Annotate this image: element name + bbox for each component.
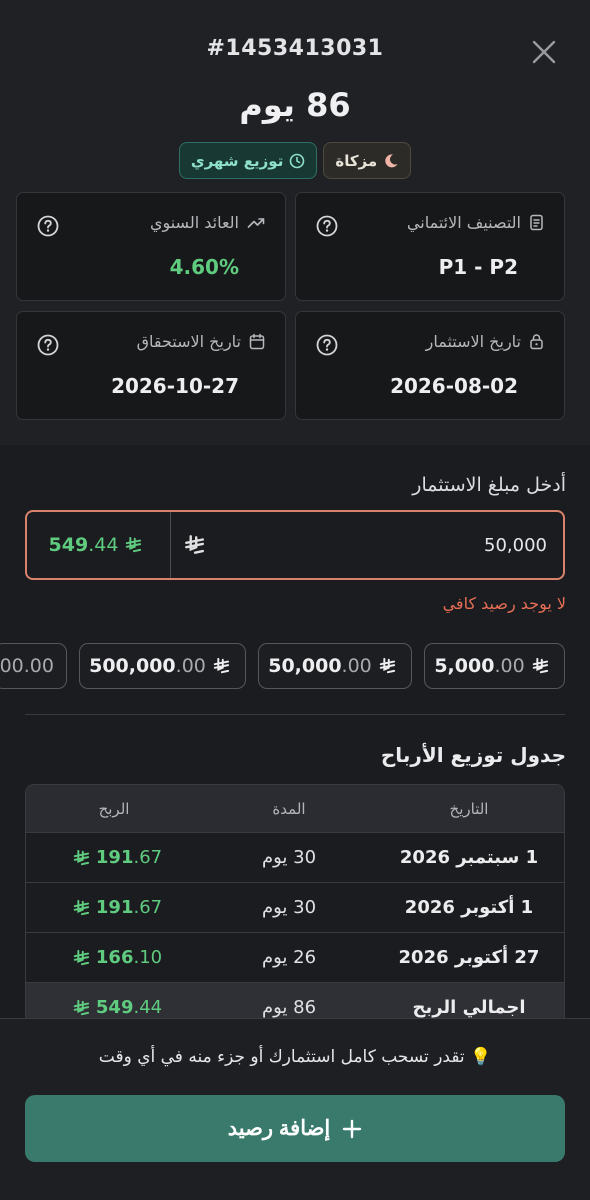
row-profit: 191.67 [25,833,204,882]
trend-up-icon [247,217,265,228]
moon-icon [385,153,398,167]
row-period: 26 يوم [261,947,317,968]
expected-profit-int: 549 [48,534,89,556]
lightbulb-icon: 💡 [470,1047,492,1067]
row-date: 1 سبتمبر 2026 [399,847,539,868]
table-row: 1 سبتمبر 2026 30 يوم 191.67 [26,833,564,883]
row-profit: 191.67 [25,883,204,932]
annual-return-label: العائد السنوي [149,213,239,232]
profit-schedule-table: التاريخ المدة الربح 1 سبتمبر 2026 30 يوم… [25,784,565,1018]
period-column-header: المدة [272,799,306,818]
help-icon[interactable] [316,334,338,356]
distribution-badge-label: توزيع شهري [190,151,284,170]
row-profit: 166.10 [25,933,204,982]
date-column-header: التاريخ [449,799,489,818]
investment-amount-input[interactable] [247,532,547,558]
withdraw-note: 💡 تقدر تسحب كامل استثمارك أو جزء منه في … [0,1047,590,1067]
investment-amount-field[interactable]: 549.44 [25,510,565,580]
quick-amount-chips: 5,000.00 50,000.00 500,000.00 00.00 [0,643,590,689]
help-icon[interactable] [37,334,59,356]
quick-amount-chip[interactable]: 00.00 [0,643,67,689]
maturity-date-label: تاريخ الاستحقاق [136,332,241,351]
table-row: 27 أكتوبر 2026 26 يوم 166.10 [26,933,564,983]
riyal-icon [183,535,205,555]
duration-title: 86 يوم [239,86,351,124]
clock-icon [290,153,305,168]
calendar-icon [249,333,265,350]
credit-rating-card: التصنيف الائتماني P1 - P2 [295,192,565,301]
riyal-icon [212,658,230,674]
help-icon[interactable] [37,215,59,237]
table-row: 1 أكتوبر 2026 30 يوم 191.67 [26,883,564,933]
divider [25,714,565,715]
row-date: 1 أكتوبر 2026 [404,897,534,918]
profit-schedule-title: جدول توزيع الأرباح [380,743,566,767]
riyal-icon [531,658,549,674]
riyal-icon [72,950,90,966]
annual-return-value: 4.60% [169,255,239,279]
riyal-icon [72,1000,90,1016]
riyal-icon [72,850,90,866]
add-balance-button[interactable]: إضافة رصيد [25,1095,565,1162]
row-period: 30 يوم [261,847,317,868]
expected-profit: 549.44 [27,512,171,578]
close-icon[interactable] [530,38,558,66]
credit-rating-label: التصنيف الائتماني [406,213,521,232]
row-date: 27 أكتوبر 2026 [398,947,540,968]
table-header-row: التاريخ المدة الربح [26,785,564,833]
quick-amount-chip[interactable]: 5,000.00 [424,643,565,689]
insufficient-balance-error: لا يوجد رصيد كافي [442,594,566,613]
plus-icon [343,1119,362,1138]
table-total-row: اجمالي الربح 86 يوم 549.44 [26,983,564,1018]
expected-profit-dec: .44 [88,534,119,556]
riyal-icon [378,658,396,674]
lock-icon [530,334,543,350]
document-icon [530,214,543,231]
total-period: 86 يوم [261,997,317,1018]
quick-amount-chip[interactable]: 500,000.00 [79,643,246,689]
maturity-date-card: تاريخ الاستحقاق 2026-10-27 [16,311,286,420]
quick-amount-chip[interactable]: 50,000.00 [258,643,412,689]
investment-detail-header: #1453413031 86 يوم مزكاة توزيع شهري التص… [0,0,590,445]
investment-amount-label: أدخل مبلغ الاستثمار [412,474,566,496]
withdraw-note-text: تقدر تسحب كامل استثمارك أو جزء منه في أي… [98,1047,465,1067]
riyal-icon [124,537,142,553]
bottom-action-bar: 💡 تقدر تسحب كامل استثمارك أو جزء منه في … [0,1018,590,1200]
help-icon[interactable] [316,215,338,237]
halal-badge: مزكاة [323,142,412,179]
add-balance-label: إضافة رصيد [227,1117,331,1140]
badge-row: مزكاة توزيع شهري [0,142,590,179]
credit-rating-value: P1 - P2 [438,255,518,279]
maturity-date-value: 2026-10-27 [111,374,239,398]
profit-column-header: الربح [98,799,130,818]
row-period: 30 يوم [261,897,317,918]
total-profit: 549.44 [25,983,204,1018]
total-label: اجمالي الربح [412,997,526,1018]
investment-date-label: تاريخ الاستثمار [425,332,521,351]
annual-return-card: العائد السنوي 4.60% [16,192,286,301]
investment-date-card: تاريخ الاستثمار 2026-08-02 [295,311,565,420]
riyal-icon [72,900,90,916]
halal-badge-label: مزكاة [335,151,378,170]
order-id: #1453413031 [206,36,384,61]
distribution-badge: توزيع شهري [178,142,318,179]
investment-date-value: 2026-08-02 [390,374,518,398]
